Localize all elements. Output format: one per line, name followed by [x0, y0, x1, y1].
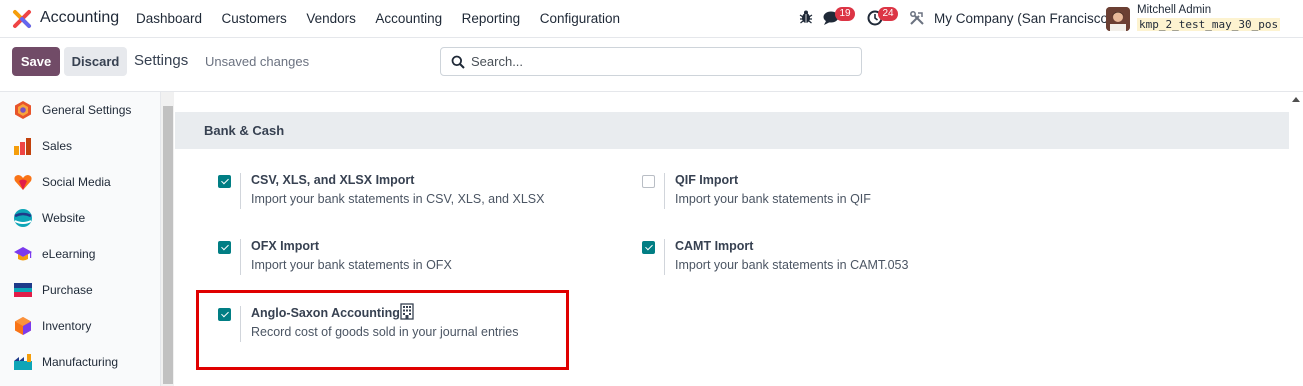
elearning-icon — [14, 247, 32, 261]
sidebar-item-label: Sales — [42, 139, 73, 153]
sales-icon — [14, 138, 31, 155]
save-button[interactable]: Save — [12, 47, 60, 76]
general-settings-icon — [15, 101, 31, 119]
discard-button[interactable]: Discard — [64, 47, 127, 76]
inventory-icon — [15, 317, 31, 335]
company-switcher[interactable]: My Company (San Francisco) — [934, 11, 1113, 26]
unsaved-status: Unsaved changes — [205, 54, 310, 69]
menu-accounting[interactable]: Accounting — [375, 11, 442, 26]
user-avatar[interactable] — [1106, 7, 1130, 31]
sidebar-item-label: Website — [42, 211, 86, 225]
setting-title: CSV, XLS, and XLSX Import — [251, 173, 415, 187]
section-header: Bank & Cash — [175, 112, 1289, 149]
sidebar-item-website[interactable]: Website — [0, 200, 160, 236]
website-icon — [14, 209, 32, 227]
app-name[interactable]: Accounting — [40, 9, 119, 27]
manufacturing-icon — [14, 354, 32, 370]
qif-import-checkbox[interactable] — [642, 175, 655, 188]
sidebar-item-elearning[interactable]: eLearning — [0, 236, 160, 272]
csv-import-checkbox[interactable] — [218, 175, 231, 188]
menu-customers[interactable]: Customers — [222, 11, 287, 26]
setting-divider — [240, 239, 241, 275]
search-icon — [451, 55, 465, 69]
accounting-app-icon[interactable] — [12, 9, 32, 29]
setting-title: CAMT Import — [675, 239, 754, 253]
menu-vendors[interactable]: Vendors — [306, 11, 356, 26]
setting-title: QIF Import — [675, 173, 739, 187]
menu-reporting[interactable]: Reporting — [462, 11, 521, 26]
setting-divider — [664, 239, 665, 275]
messages-badge: 19 — [835, 7, 855, 21]
menu-dashboard[interactable]: Dashboard — [136, 11, 202, 26]
sidebar-item-label: Social Media — [42, 175, 111, 189]
avatar-image-icon — [1106, 7, 1130, 31]
sidebar-item-general-settings[interactable]: General Settings — [0, 92, 160, 128]
sidebar-item-label: Inventory — [42, 319, 92, 333]
sidebar-item-inventory[interactable]: Inventory — [0, 308, 160, 344]
main-menu: Dashboard Customers Vendors Accounting R… — [136, 11, 640, 26]
scroll-up-arrow-icon[interactable] — [1292, 97, 1300, 102]
setting-title: OFX Import — [251, 239, 320, 253]
highlight-box — [196, 290, 569, 370]
page-title: Settings — [134, 52, 189, 69]
setting-description: Import your bank statements in CSV, XLS,… — [251, 192, 545, 206]
setting-description: Import your bank statements in QIF — [675, 192, 871, 206]
settings-sidebar: General Settings Sales Social Media Webs… — [0, 92, 160, 386]
section-title: Bank & Cash — [204, 123, 285, 138]
sidebar-item-purchase[interactable]: Purchase — [0, 272, 160, 308]
sidebar-item-label: Purchase — [42, 283, 93, 297]
content-scrollbar[interactable] — [1289, 92, 1303, 386]
sidebar-item-label: eLearning — [42, 247, 96, 261]
debug-bug-icon[interactable] — [799, 9, 813, 25]
ofx-import-checkbox[interactable] — [218, 241, 231, 254]
sidebar-item-social-media[interactable]: Social Media — [0, 164, 160, 200]
sidebar-item-manufacturing[interactable]: Manufacturing — [0, 344, 160, 380]
sidebar-item-label: General Settings — [42, 103, 132, 117]
setting-divider — [664, 173, 665, 209]
search-input[interactable] — [471, 48, 851, 75]
top-navbar: Accounting Dashboard Customers Vendors A… — [0, 0, 1303, 38]
social-media-icon — [14, 175, 32, 190]
menu-configuration[interactable]: Configuration — [540, 11, 620, 26]
setting-divider — [240, 173, 241, 209]
sidebar-item-label: Manufacturing — [42, 355, 119, 369]
search-box[interactable] — [440, 47, 862, 76]
database-name: kmp_2_test_may_30_pos — [1137, 18, 1281, 31]
sidebar-item-sales[interactable]: Sales — [0, 128, 160, 164]
setting-description: Import your bank statements in OFX — [251, 258, 452, 272]
sidebar-scrollbar[interactable] — [160, 92, 174, 386]
setting-description: Import your bank statements in CAMT.053 — [675, 258, 909, 272]
activities-badge: 24 — [878, 7, 898, 21]
camt-import-checkbox[interactable] — [642, 241, 655, 254]
user-name[interactable]: Mitchell Admin — [1137, 4, 1211, 16]
tools-icon[interactable] — [909, 10, 925, 26]
sidebar-scrollbar-thumb[interactable] — [163, 106, 173, 384]
purchase-icon — [14, 283, 32, 297]
